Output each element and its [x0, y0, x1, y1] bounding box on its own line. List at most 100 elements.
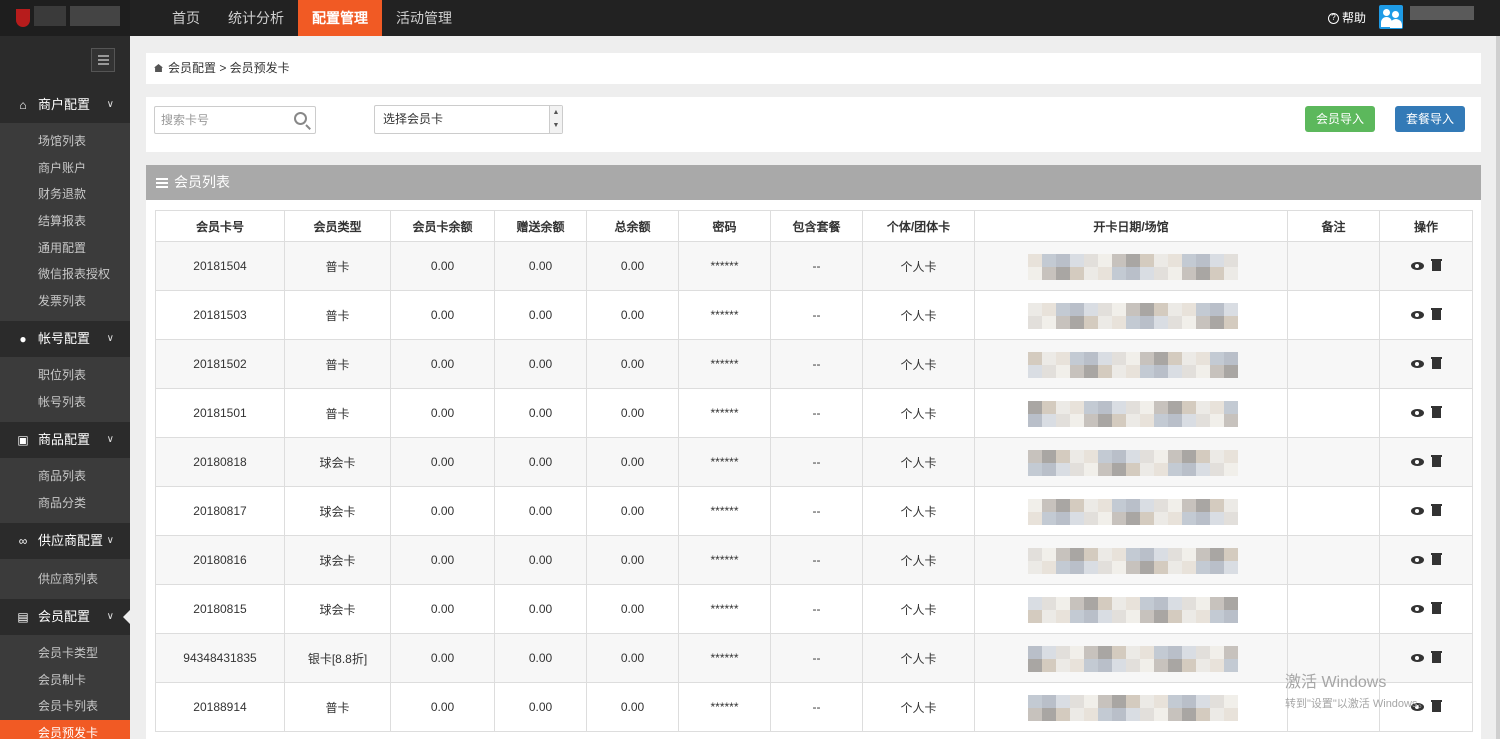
sidebar-group-member[interactable]: ▤ 会员配置 ∨ [0, 599, 130, 635]
search-icon[interactable] [294, 112, 307, 125]
table-row[interactable]: 20188914 普卡 0.00 0.00 0.00 ****** -- 个人卡 [155, 682, 1473, 732]
sidebar-item-venues[interactable]: 场馆列表 [0, 128, 130, 155]
delete-trash-icon[interactable] [1431, 357, 1442, 369]
table-cell: 20180818 [155, 437, 285, 487]
table-cell: 20180815 [155, 584, 285, 634]
table-cell: 20181503 [155, 290, 285, 340]
sidebar-item-settlement[interactable]: 结算报表 [0, 208, 130, 235]
view-eye-icon[interactable] [1411, 605, 1424, 613]
sidebar-item-goods-category[interactable]: 商品分类 [0, 490, 130, 517]
table-cell: 0.00 [390, 437, 495, 487]
table-cell: 20181501 [155, 388, 285, 438]
table-cell: 0.00 [494, 339, 587, 389]
member-card-select[interactable]: 选择会员卡 ▲ ▼ [374, 105, 563, 134]
delete-trash-icon[interactable] [1431, 406, 1442, 418]
table-cell: 0.00 [390, 241, 495, 291]
table-row[interactable]: 20181504 普卡 0.00 0.00 0.00 ****** -- 个人卡 [155, 241, 1473, 291]
chevron-down-icon: ∨ [106, 333, 114, 344]
table-cell: 0.00 [494, 535, 587, 585]
open-date-venue-cell-blurred [974, 437, 1288, 487]
link-icon: ∞ [18, 534, 28, 548]
remark-cell [1287, 339, 1380, 389]
sidebar-item-refunds[interactable]: 财务退款 [0, 181, 130, 208]
delete-trash-icon[interactable] [1431, 308, 1442, 320]
avatar[interactable] [1379, 5, 1403, 29]
table-cell: 0.00 [586, 437, 679, 487]
delete-trash-icon[interactable] [1431, 504, 1442, 516]
sidebar-item-accounts[interactable]: 帐号列表 [0, 389, 130, 416]
view-eye-icon[interactable] [1411, 360, 1424, 368]
sidebar-group-account[interactable]: ● 帐号配置 ∨ [0, 321, 130, 357]
nav-activity[interactable]: 活动管理 [382, 0, 466, 36]
sidebar-group-label: 会员配置 [38, 609, 91, 624]
remark-cell [1287, 388, 1380, 438]
table-row[interactable]: 20180816 球会卡 0.00 0.00 0.00 ****** -- 个人卡 [155, 535, 1473, 585]
breadcrumb-text[interactable]: 会员配置 > 会员预发卡 [168, 61, 290, 75]
search-input[interactable] [154, 106, 316, 134]
logo[interactable] [0, 0, 130, 36]
chevron-down-icon: ∨ [106, 611, 114, 622]
view-eye-icon[interactable] [1411, 409, 1424, 417]
sidebar-item-card-making[interactable]: 会员制卡 [0, 667, 130, 694]
table-row[interactable]: 20181501 普卡 0.00 0.00 0.00 ****** -- 个人卡 [155, 388, 1473, 438]
sidebar-item-card-types[interactable]: 会员卡类型 [0, 640, 130, 667]
home-icon [154, 64, 163, 72]
nav-statistics[interactable]: 统计分析 [214, 0, 298, 36]
view-eye-icon[interactable] [1411, 262, 1424, 270]
delete-trash-icon[interactable] [1431, 651, 1442, 663]
sidebar-group-supplier[interactable]: ∞ 供应商配置 ∨ [0, 523, 130, 559]
delete-trash-icon[interactable] [1431, 602, 1442, 614]
view-eye-icon[interactable] [1411, 556, 1424, 564]
help-link[interactable]: ? 帮助 [1328, 0, 1366, 36]
delete-trash-icon[interactable] [1431, 455, 1442, 467]
delete-trash-icon[interactable] [1431, 553, 1442, 565]
table-row[interactable]: 20181502 普卡 0.00 0.00 0.00 ****** -- 个人卡 [155, 339, 1473, 389]
import-member-button[interactable]: 会员导入 [1305, 106, 1376, 132]
sidebar-item-card-list[interactable]: 会员卡列表 [0, 693, 130, 720]
sidebar-item-merchant-accounts[interactable]: 商户账户 [0, 155, 130, 182]
table-cell: 球会卡 [284, 486, 391, 536]
table-row[interactable]: 20180817 球会卡 0.00 0.00 0.00 ****** -- 个人卡 [155, 486, 1473, 536]
table-row[interactable]: 94348431835 银卡[8.8折] 0.00 0.00 0.00 ****** -- 个… [155, 633, 1473, 683]
sidebar-item-goods-list[interactable]: 商品列表 [0, 463, 130, 490]
sidebar-item-pre-issue[interactable]: 会员预发卡 [0, 720, 130, 739]
sidebar-item-invoices[interactable]: 发票列表 [0, 288, 130, 315]
sidebar-item-suppliers[interactable]: 供应商列表 [0, 566, 130, 593]
table-cell: 球会卡 [284, 437, 391, 487]
column-header: 会员卡号 [155, 210, 285, 242]
table-row[interactable]: 20180818 球会卡 0.00 0.00 0.00 ****** -- 个人卡 [155, 437, 1473, 487]
windows-activation-watermark: 激活 Windows 转到"设置"以激活 Windows。 [1285, 668, 1429, 711]
table-row[interactable]: 20181503 普卡 0.00 0.00 0.00 ****** -- 个人卡 [155, 290, 1473, 340]
nav-home[interactable]: 首页 [158, 0, 214, 36]
import-package-button[interactable]: 套餐导入 [1395, 106, 1466, 132]
column-header: 会员类型 [284, 210, 391, 242]
username-blurred[interactable] [1410, 6, 1474, 20]
delete-trash-icon[interactable] [1431, 259, 1442, 271]
list-icon [156, 178, 168, 188]
filter-toolbar: 选择会员卡 ▲▼ 会员导入 套餐导入 [146, 97, 1481, 152]
sidebar-group-merchant[interactable]: ⌂ 商户配置 ∨ [0, 87, 130, 123]
table-cell: 0.00 [494, 584, 587, 634]
sidebar-group-goods[interactable]: ▣ 商品配置 ∨ [0, 422, 130, 458]
table-cell: 0.00 [390, 584, 495, 634]
sidebar-group-label: 帐号配置 [38, 331, 91, 346]
open-date-venue-cell-blurred [974, 682, 1288, 732]
page-scrollbar[interactable] [1496, 36, 1500, 739]
sidebar-item-wechat-auth[interactable]: 微信报表授权 [0, 261, 130, 288]
sidebar-item-general-config[interactable]: 通用配置 [0, 235, 130, 262]
sidebar-toggle-button[interactable] [91, 48, 115, 72]
watermark-line2: 转到"设置"以激活 Windows。 [1285, 698, 1429, 710]
delete-trash-icon[interactable] [1431, 700, 1442, 712]
table-header-row: 会员卡号 会员类型 会员卡余额 赠送余额 总余额 密码 包含套餐 个体/团体卡 … [155, 210, 1473, 242]
sidebar-item-positions[interactable]: 职位列表 [0, 362, 130, 389]
view-eye-icon[interactable] [1411, 311, 1424, 319]
table-cell: 普卡 [284, 682, 391, 732]
table-cell: ****** [678, 290, 771, 340]
view-eye-icon[interactable] [1411, 507, 1424, 515]
view-eye-icon[interactable] [1411, 654, 1424, 662]
table-row[interactable]: 20180815 球会卡 0.00 0.00 0.00 ****** -- 个人卡 [155, 584, 1473, 634]
table-cell: 0.00 [494, 682, 587, 732]
table-cell: 普卡 [284, 388, 391, 438]
nav-config[interactable]: 配置管理 [298, 0, 382, 36]
view-eye-icon[interactable] [1411, 458, 1424, 466]
